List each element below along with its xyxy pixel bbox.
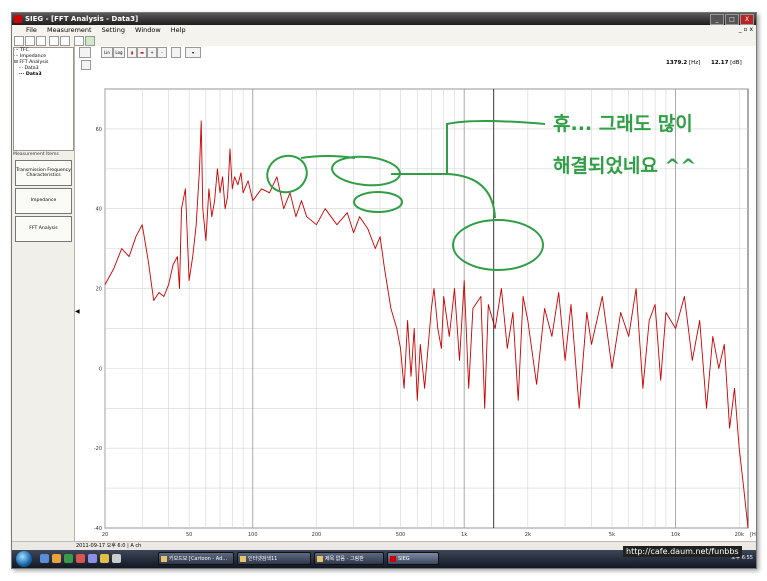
y-tick-label: -40 — [94, 526, 102, 532]
menu-bar: File Measurement Setting Window Help _ ▫… — [12, 25, 756, 35]
desktop-screen: SIEG - [FFT Analysis - Data3] _ □ X File… — [11, 12, 757, 569]
y-tick-label: 40 — [96, 207, 102, 213]
watermark: http://cafe.daum.net/funbbs — [623, 546, 742, 557]
tools-icon[interactable] — [74, 36, 84, 46]
export-icon[interactable] — [85, 36, 95, 46]
folder-icon — [161, 556, 167, 562]
y-tick-label: 20 — [96, 287, 102, 293]
minimize-button[interactable]: _ — [710, 14, 724, 25]
y-tick-label: 0 — [99, 366, 102, 372]
annotation-text-line2: 해결되었네요 ^^ — [553, 155, 696, 177]
collapse-arrow-icon[interactable]: ◀ — [75, 308, 80, 315]
x-unit-label: [Hz] — [750, 532, 756, 538]
menu-file[interactable]: File — [12, 25, 41, 35]
print-preview-icon[interactable] — [49, 36, 59, 46]
print-icon[interactable] — [60, 36, 70, 46]
window-title: SIEG - [FFT Analysis - Data3] — [25, 15, 139, 23]
window-controls: _ □ X — [710, 14, 754, 25]
folder-icon — [240, 556, 246, 562]
x-tick-label: 10k — [671, 532, 680, 538]
left-panel: ··· TFC ··· Impedance ⊟ FFT Analysis ···… — [12, 46, 75, 541]
open-file-icon[interactable] — [25, 36, 35, 46]
tfc-button[interactable]: Transmission Frequency Characteristics — [15, 160, 72, 186]
start-button[interactable] — [16, 551, 32, 567]
quicklaunch-app-icon[interactable] — [76, 554, 85, 563]
quicklaunch-more-icon[interactable] — [112, 554, 121, 563]
quicklaunch-folder-icon[interactable] — [52, 554, 61, 563]
taskbar-item-sieg[interactable]: SIEG — [387, 552, 439, 565]
taskbar-item-internet[interactable]: 인터넷검색11 — [237, 552, 311, 565]
taskbar-item-paint[interactable]: 제목 없음 - 그림판 — [314, 552, 384, 565]
x-tick-label: 5k — [609, 532, 615, 538]
x-tick-label: 2k — [525, 532, 531, 538]
app-icon — [14, 15, 22, 23]
menu-measurement[interactable]: Measurement — [43, 25, 96, 35]
y-tick-label: -20 — [94, 446, 102, 452]
quicklaunch-desktop-icon[interactable] — [88, 554, 97, 563]
menu-setting[interactable]: Setting — [98, 25, 129, 35]
x-tick-label: 1k — [461, 532, 467, 538]
x-tick-label: 100 — [248, 532, 258, 538]
measurement-tree: ··· TFC ··· Impedance ⊟ FFT Analysis ···… — [13, 47, 74, 151]
status-text: 2011-09-17 오후 6:0 | A ch — [76, 543, 142, 549]
x-tick-label: 500 — [396, 532, 406, 538]
fft-chart-area: Lin Log ▮ ▬ + - ▾ 1379.2 [Hz] 12.17 [dB]… — [75, 46, 756, 541]
quicklaunch-media-icon[interactable] — [64, 554, 73, 563]
save-icon[interactable] — [36, 36, 46, 46]
close-button[interactable]: X — [740, 14, 754, 25]
menu-window[interactable]: Window — [131, 25, 165, 35]
new-file-icon[interactable] — [14, 36, 24, 46]
x-tick-label: 20 — [102, 532, 108, 538]
x-tick-label: 200 — [312, 532, 322, 538]
menu-help[interactable]: Help — [167, 25, 190, 35]
paint-icon — [317, 556, 323, 562]
measurement-items-label: Measurement Items — [13, 152, 59, 157]
x-tick-label: 20k — [735, 532, 744, 538]
title-bar: SIEG - [FFT Analysis - Data3] _ □ X — [12, 13, 756, 25]
mdi-controls[interactable]: _ ▫ x — [739, 25, 753, 35]
maximize-button[interactable]: □ — [725, 14, 739, 25]
fft-analysis-button[interactable]: FFT Analysis — [15, 216, 72, 242]
annotation-text-line1: 휴... 그래도 많이 — [553, 113, 693, 135]
sieg-icon — [390, 556, 396, 562]
x-tick-label: 50 — [186, 532, 192, 538]
fft-spectrum-chart[interactable]: 20501002005001k2k5k10k20k[Hz]6040200-20-… — [75, 46, 756, 541]
quicklaunch-ie-icon[interactable] — [40, 554, 49, 563]
y-tick-label: 60 — [96, 127, 102, 133]
taskbar-item-cartoon[interactable]: 키보드보 [Cartoon - Ad... — [158, 552, 234, 565]
tree-item-data3-selected[interactable]: ··· Data3 — [14, 72, 73, 78]
quicklaunch-explorer-icon[interactable] — [100, 554, 109, 563]
impedance-button[interactable]: Impedance — [15, 188, 72, 214]
